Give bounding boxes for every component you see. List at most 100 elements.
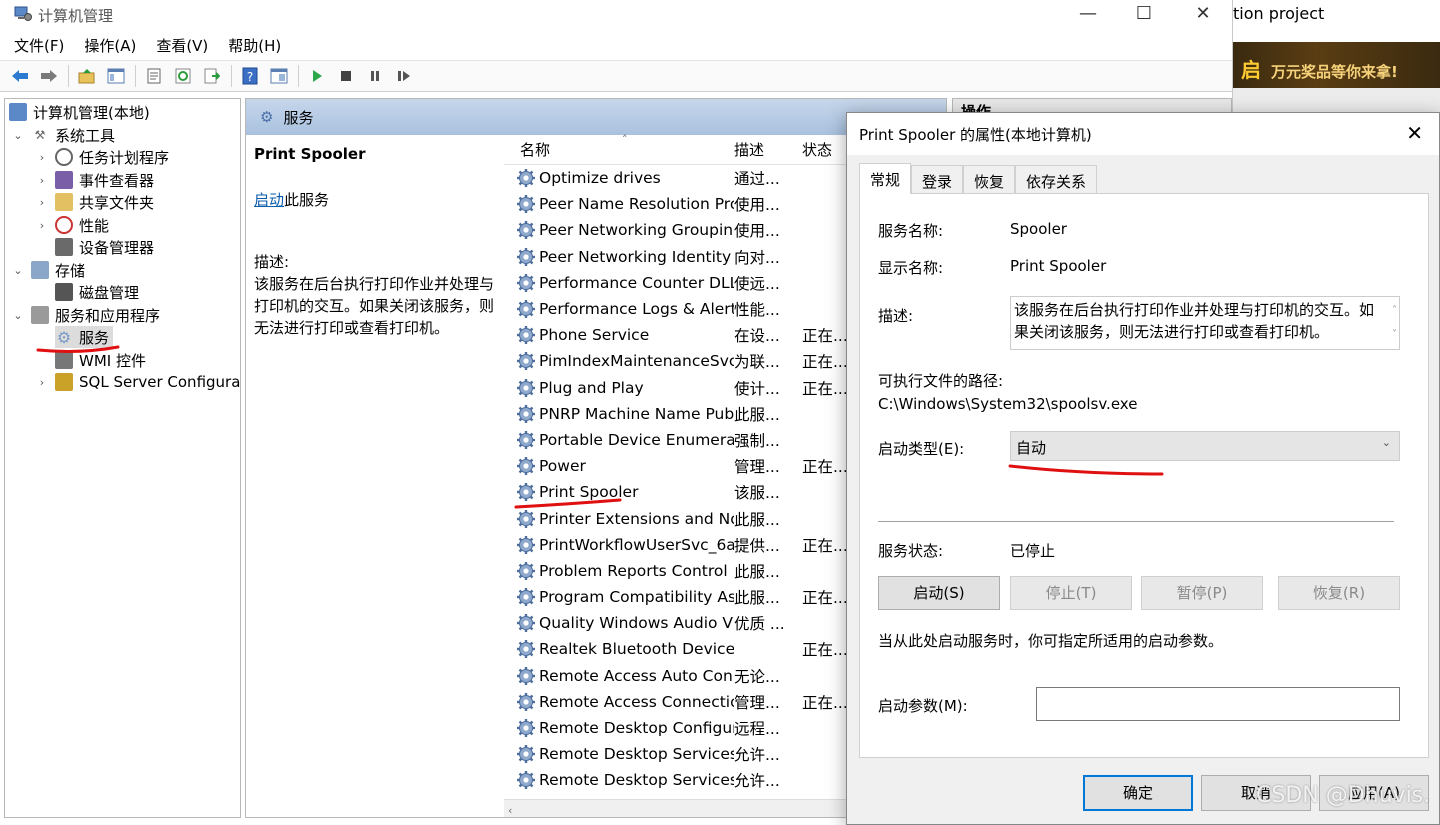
toolbar-separator xyxy=(135,65,136,87)
tree-label: 设备管理器 xyxy=(79,238,155,257)
toolbar-separator xyxy=(298,65,299,87)
restart-service-icon[interactable] xyxy=(392,64,416,88)
chevron-right-icon[interactable]: › xyxy=(35,174,49,187)
tree-node-wmi[interactable]: WMI 控件 xyxy=(55,349,146,371)
title-bar: 计算机管理 — ☐ ✕ xyxy=(0,0,1232,30)
service-description: 管理... xyxy=(734,458,780,477)
properties-icon[interactable] xyxy=(142,64,166,88)
service-status: 正在... xyxy=(802,353,848,372)
tree-node-device-manager[interactable]: 设备管理器 xyxy=(55,236,154,258)
menu-action[interactable]: 操作(A) xyxy=(84,35,136,56)
tree-node-storage[interactable]: ⌄ 存储 xyxy=(11,259,85,281)
column-description[interactable]: 描述 xyxy=(734,139,796,160)
tree-node-performance[interactable]: › 性能 xyxy=(35,214,109,236)
forward-icon[interactable] xyxy=(37,64,61,88)
pause-service-icon[interactable] xyxy=(363,64,387,88)
dialog-close-icon[interactable]: ✕ xyxy=(1406,121,1423,145)
refresh-icon[interactable] xyxy=(171,64,195,88)
close-button[interactable]: ✕ xyxy=(1183,2,1223,28)
selected-service-name: Print Spooler xyxy=(254,145,366,163)
scroll-left-icon[interactable]: ‹ xyxy=(504,804,512,817)
tree-node-system-tools[interactable]: ⌄ ⚒ 系统工具 xyxy=(11,124,115,146)
tree-node-sql-server[interactable]: › SQL Server Configurati xyxy=(35,371,240,393)
tree-label: 事件查看器 xyxy=(79,171,155,190)
background-title: tion project xyxy=(1233,4,1325,23)
minimize-button[interactable]: — xyxy=(1068,2,1108,28)
start-service-icon[interactable] xyxy=(305,64,329,88)
tree-node-disk-management[interactable]: 磁盘管理 xyxy=(55,281,139,303)
menu-view[interactable]: 查看(V) xyxy=(156,35,208,56)
menu-help[interactable]: 帮助(H) xyxy=(228,35,281,56)
tree-label: 任务计划程序 xyxy=(79,148,170,167)
display-name-label: 显示名称: xyxy=(878,259,944,277)
service-description: 向对... xyxy=(734,248,780,267)
chevron-down-icon[interactable]: ⌄ xyxy=(11,264,25,277)
chevron-down-icon[interactable]: ⌄ xyxy=(11,309,25,322)
stop-service-icon[interactable] xyxy=(334,64,358,88)
service-name-cell: Performance Logs & Alerts xyxy=(504,299,734,319)
gear-icon xyxy=(516,692,539,712)
service-name-cell: Peer Name Resolution Pro... xyxy=(504,194,734,214)
console-icon[interactable] xyxy=(267,64,291,88)
tree-node-shared-folders[interactable]: › 共享文件夹 xyxy=(35,191,154,213)
tree-node-task-scheduler[interactable]: › 任务计划程序 xyxy=(35,146,169,168)
column-status[interactable]: 状态 xyxy=(796,139,846,160)
chevron-right-icon[interactable]: › xyxy=(35,376,49,389)
export-icon[interactable] xyxy=(200,64,224,88)
service-name: Power xyxy=(539,457,586,476)
tab-general[interactable]: 常规 xyxy=(859,163,912,194)
sort-ascending-icon: ˄ xyxy=(622,133,628,146)
description-box[interactable]: 该服务在后台执行打印作业并处理与打印机的交互。如果关闭该服务，则无法进行打印或查… xyxy=(1010,296,1400,350)
ok-button[interactable]: 确定 xyxy=(1083,775,1193,811)
gear-icon xyxy=(516,299,539,319)
chevron-right-icon[interactable]: › xyxy=(35,151,49,164)
gear-icon: ⚙ xyxy=(260,108,274,126)
gear-icon xyxy=(516,509,539,529)
chevron-right-icon[interactable]: › xyxy=(35,196,49,209)
background-banner[interactable]: 启万元奖品等你来拿! xyxy=(1233,42,1440,88)
tree-node-event-viewer[interactable]: › 事件查看器 xyxy=(35,169,154,191)
service-name: Remote Desktop Services xyxy=(539,745,734,764)
startup-params-input[interactable] xyxy=(1036,687,1400,721)
service-name: PNRP Machine Name Publ... xyxy=(539,404,734,423)
general-tab-page: 服务名称: Spooler 显示名称: Print Spooler 描述: 该服… xyxy=(859,193,1429,758)
menu-file[interactable]: 文件(F) xyxy=(14,35,64,56)
tab-logon[interactable]: 登录 xyxy=(911,165,964,193)
service-description: 此服... xyxy=(734,510,780,529)
service-name: Performance Logs & Alerts xyxy=(539,300,734,319)
chevron-down-icon[interactable]: ⌄ xyxy=(11,129,25,142)
maximize-button[interactable]: ☐ xyxy=(1124,2,1164,28)
up-folder-icon[interactable] xyxy=(75,64,99,88)
pause-button[interactable]: 暂停(P) xyxy=(1141,576,1263,610)
stop-button[interactable]: 停止(T) xyxy=(1010,576,1132,610)
chevron-right-icon[interactable]: › xyxy=(35,219,49,232)
column-name[interactable]: 名称 xyxy=(504,139,734,160)
service-name-cell: Problem Reports Control P... xyxy=(504,561,734,581)
tab-recovery[interactable]: 恢复 xyxy=(963,165,1016,193)
resume-button[interactable]: 恢复(R) xyxy=(1278,576,1400,610)
tree-node-services-apps[interactable]: ⌄ 服务和应用程序 xyxy=(11,304,160,326)
service-description: 强制... xyxy=(734,431,780,450)
dialog-title: Print Spooler 的属性(本地计算机) xyxy=(859,126,1092,144)
back-icon[interactable] xyxy=(8,64,32,88)
tab-dependencies[interactable]: 依存关系 xyxy=(1015,165,1098,193)
tree-node-root[interactable]: 计算机管理(本地) xyxy=(9,101,150,123)
shared-folder-icon xyxy=(55,193,73,211)
help-icon[interactable]: ? xyxy=(238,64,262,88)
service-name: Printer Extensions and Noti... xyxy=(539,509,734,528)
service-name: Remote Access Auto Conn... xyxy=(539,666,734,685)
tree-node-services[interactable]: ⚙ 服务 xyxy=(55,326,114,348)
event-viewer-icon xyxy=(55,171,73,189)
path-label: 可执行文件的路径: xyxy=(878,372,1004,390)
description-scrollbar[interactable]: ˄ ˅ xyxy=(1392,299,1397,347)
service-name-cell: Remote Access Auto Conn... xyxy=(504,666,734,686)
toolbar-separator xyxy=(68,65,69,87)
service-status: 正在... xyxy=(802,589,848,608)
service-name-cell: Remote Access Connectio... xyxy=(504,692,734,712)
start-button[interactable]: 启动(S) xyxy=(878,576,1000,610)
service-name: Peer Name Resolution Pro... xyxy=(539,195,734,214)
disk-icon xyxy=(55,283,73,301)
startup-type-select[interactable]: 自动 ⌄ xyxy=(1010,431,1400,461)
show-tree-icon[interactable] xyxy=(104,64,128,88)
start-service-link[interactable]: 启动 xyxy=(254,191,284,209)
